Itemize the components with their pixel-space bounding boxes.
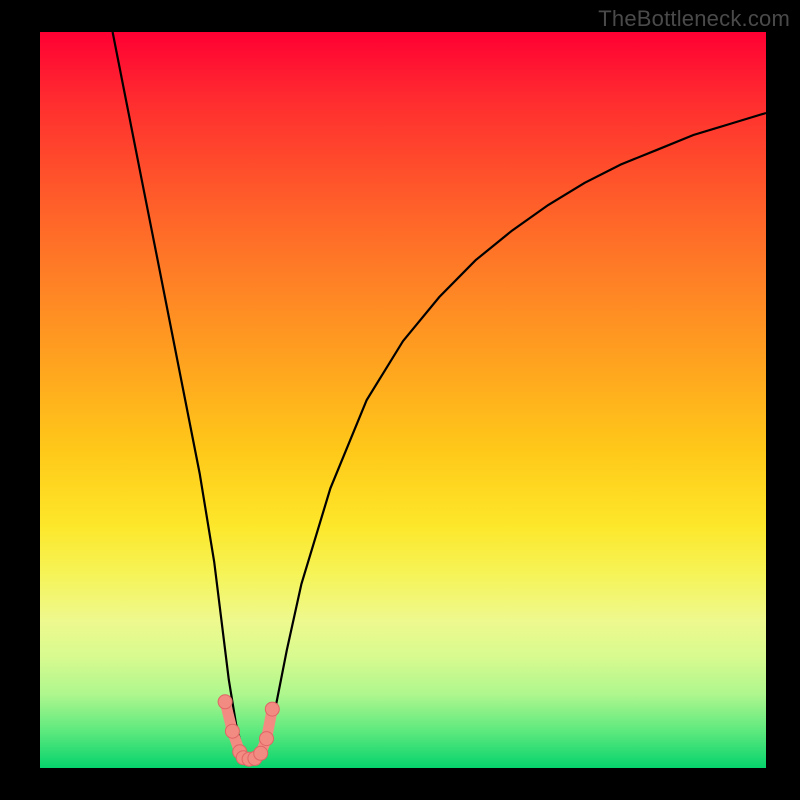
plot-area: [40, 32, 766, 768]
marker-dot: [265, 702, 279, 716]
chart-container: TheBottleneck.com: [0, 0, 800, 800]
marker-dot: [260, 732, 274, 746]
marker-dot: [254, 746, 268, 760]
highlight-markers: [218, 695, 279, 766]
watermark-text: TheBottleneck.com: [598, 6, 790, 32]
chart-svg: [40, 32, 766, 768]
marker-dot: [218, 695, 232, 709]
bottleneck-curve: [113, 32, 766, 761]
marker-dot: [225, 724, 239, 738]
